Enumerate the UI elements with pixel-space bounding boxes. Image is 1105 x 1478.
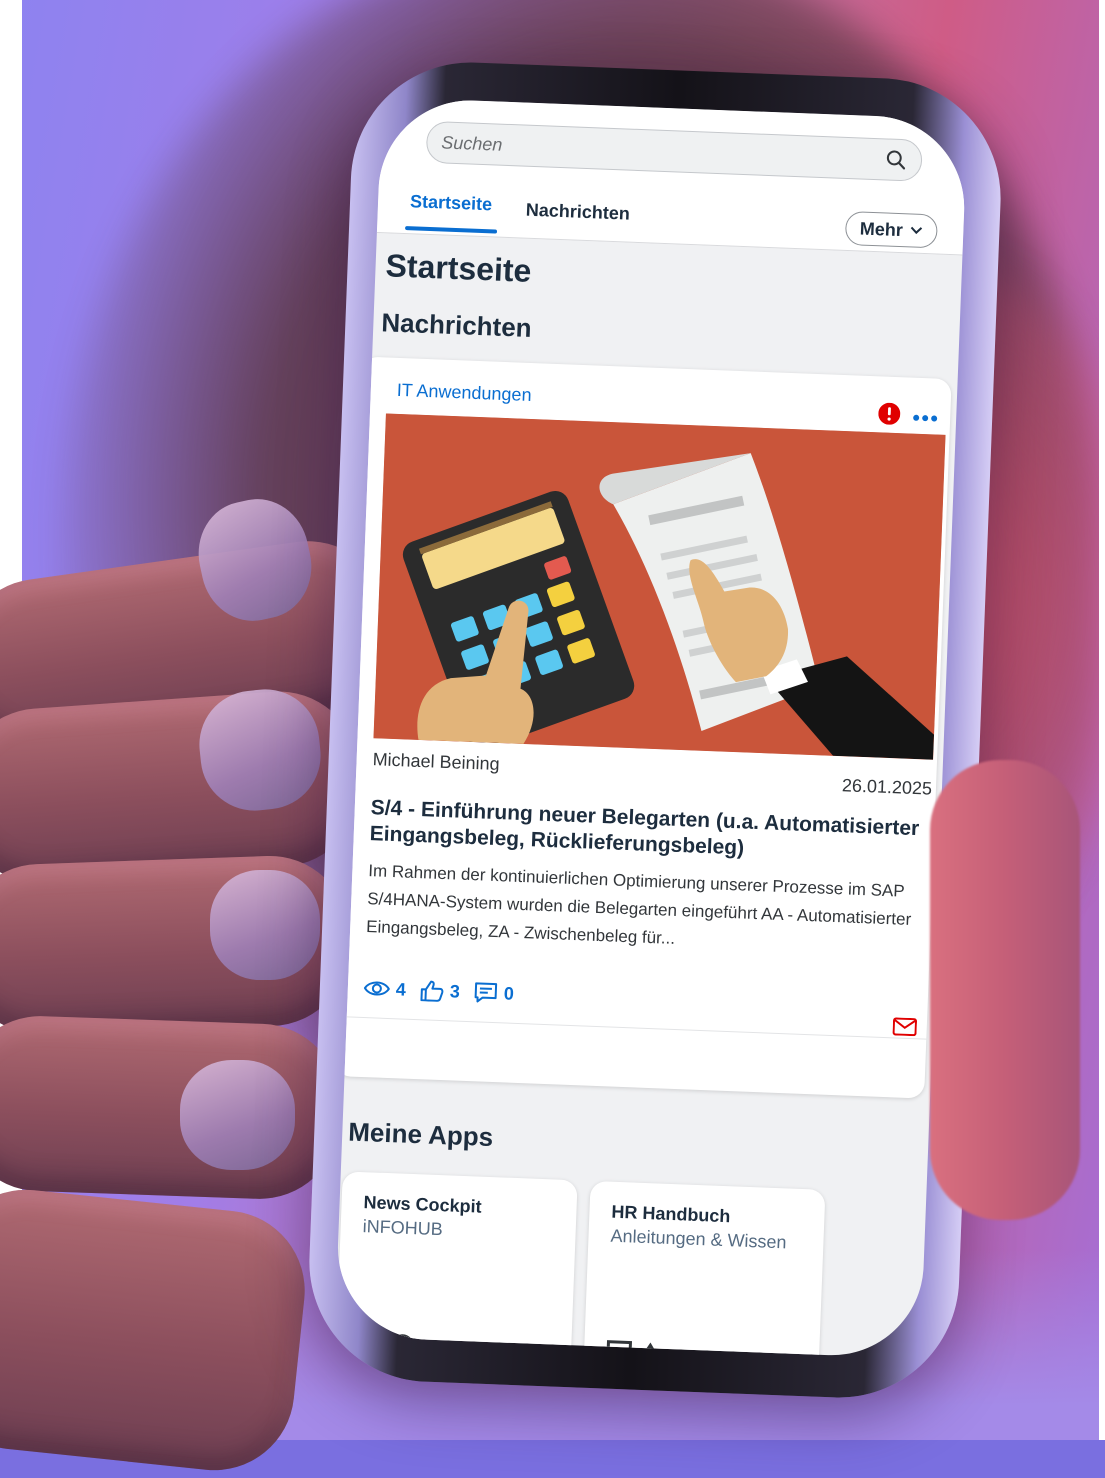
news-category-link[interactable]: IT Anwendungen <box>396 380 531 406</box>
likes-count: 3 <box>449 981 460 1002</box>
news-card[interactable]: IT Anwendungen <box>334 356 951 1098</box>
comments-stat[interactable]: 0 <box>473 981 514 1005</box>
app-tile-hr-handbuch[interactable]: HR Handbuch Anleitungen & Wissen <box>583 1181 826 1359</box>
nail-ring <box>210 870 320 980</box>
palm <box>0 1182 313 1478</box>
active-tab-indicator <box>405 226 497 234</box>
tab-startseite[interactable]: Startseite <box>410 191 493 215</box>
eye-icon <box>364 979 391 998</box>
thumbs-up-icon[interactable] <box>419 979 444 1002</box>
more-button[interactable]: Mehr <box>845 211 938 249</box>
alert-icon <box>878 402 901 425</box>
chevron-down-icon <box>909 225 923 236</box>
search-field[interactable]: Suchen <box>426 121 923 182</box>
views-count: 4 <box>395 979 406 1000</box>
mail-icon[interactable] <box>892 1017 917 1036</box>
tab-nachrichten[interactable]: Nachrichten <box>525 200 630 225</box>
app-header: Suchen Startseite Nachrichten Mehr <box>377 97 968 255</box>
app-tile-news-cockpit[interactable]: News Cockpit iNFOHUB <box>335 1171 578 1358</box>
right-border <box>1099 0 1105 1440</box>
comments-count: 0 <box>503 983 514 1004</box>
news-excerpt: Im Rahmen der kontinuierlichen Optimieru… <box>366 857 929 962</box>
news-image[interactable] <box>373 413 945 759</box>
app-tile-subtitle: Anleitungen & Wissen <box>610 1226 787 1254</box>
news-heading: Nachrichten <box>381 307 532 344</box>
likes-stat[interactable]: 3 <box>419 979 460 1003</box>
app-tile-title: News Cockpit <box>363 1192 482 1218</box>
views-stat: 4 <box>363 978 406 1001</box>
calculator-illustration <box>373 413 945 759</box>
news-author: Michael Beining <box>372 749 500 775</box>
news-stats: 4 3 0 <box>363 977 514 1005</box>
tile-icon <box>358 1324 419 1352</box>
search-icon[interactable] <box>885 148 908 171</box>
tile-icon <box>606 1334 667 1359</box>
news-title[interactable]: S/4 - Einführung neuer Belegarten (u.a. … <box>369 795 931 868</box>
search-input[interactable]: Suchen <box>441 132 885 170</box>
nail-little <box>180 1060 295 1170</box>
news-date: 26.01.2025 <box>842 775 933 799</box>
page-title: Startseite <box>385 247 532 290</box>
comment-icon[interactable] <box>473 981 498 1004</box>
more-dots-icon[interactable] <box>912 414 938 423</box>
more-label: Mehr <box>859 218 903 241</box>
apps-heading: Meine Apps <box>348 1117 494 1154</box>
card-divider <box>337 1016 927 1040</box>
app-tile-title: HR Handbuch <box>611 1202 731 1228</box>
app-tile-subtitle: iNFOHUB <box>362 1216 443 1240</box>
smartphone: Suchen Startseite Nachrichten Mehr Start… <box>305 58 1005 1402</box>
phone-screen: Suchen Startseite Nachrichten Mehr Start… <box>334 97 967 1359</box>
thumb <box>930 760 1080 1220</box>
